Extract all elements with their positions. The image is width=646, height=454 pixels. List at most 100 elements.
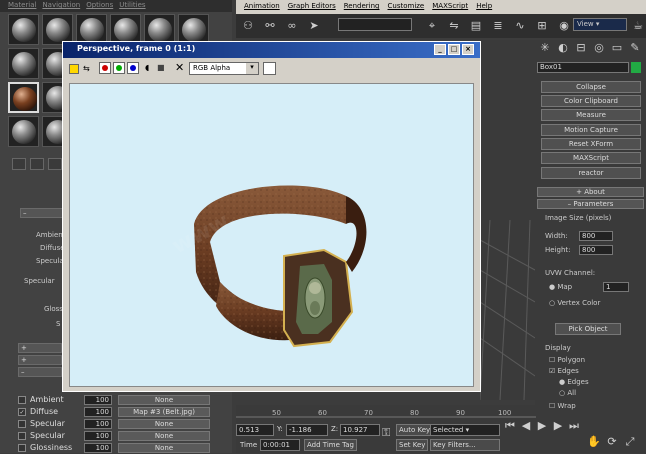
auto-key-button[interactable]: Auto Key	[396, 424, 434, 436]
sample-slot-selected[interactable]	[8, 82, 39, 113]
reference-coord-dropdown[interactable]: View ▾	[573, 18, 627, 31]
snap-icon[interactable]: ⌖	[424, 18, 440, 34]
clear-icon[interactable]: ✕	[175, 61, 184, 74]
close-icon[interactable]: ×	[462, 44, 474, 55]
width-spinner[interactable]: 800	[579, 231, 613, 241]
play-icon[interactable]: ▶	[534, 418, 550, 434]
polygon-checkbox[interactable]: ☐ Polygon	[549, 356, 585, 364]
menu-animation[interactable]: Animation	[244, 2, 280, 12]
monochrome-icon[interactable]: ■	[157, 63, 165, 72]
map-amount[interactable]: 100	[84, 395, 112, 405]
selection-set-dropdown[interactable]	[338, 18, 412, 31]
key-icon[interactable]: ⚿	[382, 426, 390, 440]
motion-tab-icon[interactable]: ◎	[591, 40, 607, 56]
rollout-bar[interactable]: –	[18, 367, 62, 377]
bind-icon[interactable]: ∞	[284, 18, 300, 34]
menu-maxscript[interactable]: MAXScript	[432, 2, 468, 12]
select-icon[interactable]: ➤	[306, 18, 322, 34]
object-color-swatch[interactable]	[631, 62, 641, 73]
selected-dropdown[interactable]: Selected ▾	[430, 424, 500, 436]
maxscript-button[interactable]: MAXScript	[541, 152, 641, 164]
align-icon[interactable]: ▤	[468, 18, 484, 34]
assign-material-icon[interactable]	[48, 158, 62, 170]
color-swatch[interactable]	[263, 62, 276, 75]
z-coordinate-field[interactable]: 10.927	[340, 424, 380, 436]
rollout-bar[interactable]: +	[18, 355, 62, 365]
get-material-icon[interactable]	[12, 158, 26, 170]
edges-checkbox[interactable]: ☑ Edges	[549, 367, 579, 375]
reactor-button[interactable]: reactor	[541, 167, 641, 179]
blue-channel-toggle[interactable]	[127, 62, 139, 74]
green-channel-toggle[interactable]	[113, 62, 125, 74]
menu-options[interactable]: Options	[86, 1, 113, 11]
map-checkbox[interactable]	[18, 396, 26, 404]
sub-edges-radio[interactable]: ● Edges	[559, 378, 589, 386]
create-tab-icon[interactable]: ✳	[537, 40, 553, 56]
x-coordinate-field[interactable]: 0.513	[236, 424, 274, 436]
add-time-tag-button[interactable]: Add Time Tag	[304, 439, 357, 451]
menu-help[interactable]: Help	[476, 2, 492, 12]
map-amount[interactable]: 100	[84, 419, 112, 429]
teapot-icon[interactable]: ☕	[630, 18, 646, 34]
menu-rendering[interactable]: Rendering	[344, 2, 380, 12]
unlink-icon[interactable]: ⚯	[262, 18, 278, 34]
map-amount[interactable]: 100	[84, 431, 112, 441]
menu-customize[interactable]: Customize	[388, 2, 425, 12]
hierarchy-tab-icon[interactable]: ⊟	[573, 40, 589, 56]
utilities-tab-icon[interactable]: ✎	[627, 40, 643, 56]
save-image-icon[interactable]	[69, 64, 79, 74]
mirror-icon[interactable]: ⇋	[446, 18, 462, 34]
clone-window-icon[interactable]: ⇆	[83, 64, 93, 74]
time-ruler[interactable]	[236, 405, 536, 419]
next-frame-icon[interactable]: ▶	[550, 418, 566, 434]
all-radio[interactable]: ○ All	[559, 389, 576, 397]
map-button[interactable]: None	[118, 443, 210, 453]
schematic-icon[interactable]: ⊞	[534, 18, 550, 34]
map-button[interactable]: Map #3 (Belt.jpg)	[118, 407, 210, 417]
perspective-viewport[interactable]	[479, 40, 536, 401]
link-icon[interactable]: ⚇	[240, 18, 256, 34]
key-filters-button[interactable]: Key Filters...	[430, 439, 500, 451]
collapse-button[interactable]: Collapse	[541, 81, 641, 93]
menu-material[interactable]: Material	[8, 1, 36, 11]
pick-object-button[interactable]: Pick Object	[555, 323, 621, 335]
reset-xform-button[interactable]: Reset XForm	[541, 138, 641, 150]
map-checkbox[interactable]	[18, 444, 26, 452]
object-name-field[interactable]: Box01	[537, 62, 629, 73]
map-channel-spinner[interactable]: 1	[603, 282, 629, 292]
parameters-rollout[interactable]: – Parameters	[537, 199, 644, 209]
render-canvas[interactable]	[69, 83, 474, 387]
set-key-button[interactable]: Set Key	[396, 439, 429, 451]
time-field[interactable]: 0:00:01	[260, 439, 300, 451]
wrap-checkbox[interactable]: ☐ Wrap	[549, 402, 576, 410]
rollout-bar[interactable]: +	[18, 343, 62, 353]
y-coordinate-field[interactable]: -1.186	[286, 424, 328, 436]
map-radio[interactable]: ● Map	[549, 283, 572, 291]
previous-frame-icon[interactable]: ◀	[518, 418, 534, 434]
modify-tab-icon[interactable]: ◐	[555, 40, 571, 56]
about-rollout[interactable]: + About	[537, 187, 644, 197]
menu-graph-editors[interactable]: Graph Editors	[288, 2, 336, 12]
map-button[interactable]: None	[118, 395, 210, 405]
motion-capture-button[interactable]: Motion Capture	[541, 124, 641, 136]
material-editor-icon[interactable]: ◉	[556, 18, 572, 34]
layer-icon[interactable]: ≣	[490, 18, 506, 34]
go-to-start-icon[interactable]: ⏮	[502, 418, 518, 434]
alpha-channel-icon[interactable]: ◖	[145, 63, 149, 72]
orbit-icon[interactable]: ⟳	[604, 434, 620, 450]
menu-utilities[interactable]: Utilities	[119, 1, 145, 11]
height-spinner[interactable]: 800	[579, 245, 613, 255]
channel-dropdown[interactable]: RGB Alpha ▾	[189, 62, 259, 75]
map-checkbox[interactable]	[18, 432, 26, 440]
display-tab-icon[interactable]: ▭	[609, 40, 625, 56]
sample-slot[interactable]	[8, 48, 39, 79]
maximize-viewport-icon[interactable]: ⤢	[622, 434, 638, 450]
measure-button[interactable]: Measure	[541, 109, 641, 121]
maximize-icon[interactable]: □	[448, 44, 460, 55]
vertex-color-radio[interactable]: ○ Vertex Color	[549, 299, 600, 307]
minimize-icon[interactable]: _	[434, 44, 446, 55]
sample-slot[interactable]	[8, 14, 39, 45]
put-material-icon[interactable]	[30, 158, 44, 170]
map-button[interactable]: None	[118, 431, 210, 441]
curve-editor-icon[interactable]: ∿	[512, 18, 528, 34]
